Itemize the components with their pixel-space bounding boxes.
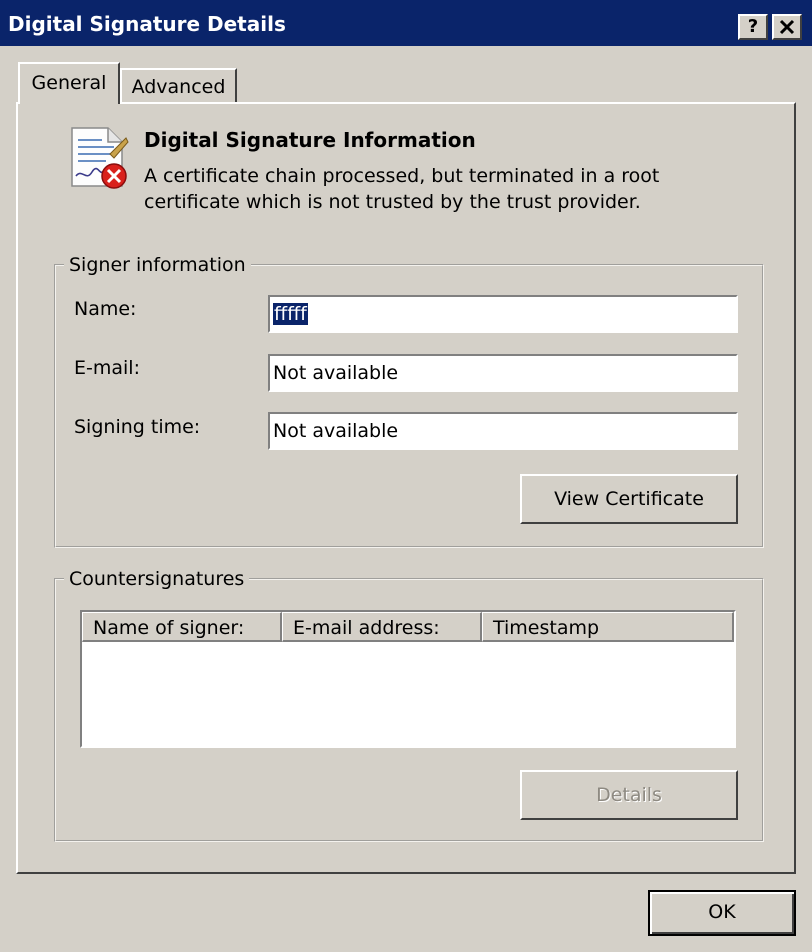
countersignatures-group-label: Countersignatures [64, 568, 250, 590]
details-button[interactable]: Details [520, 770, 738, 820]
countersignatures-list[interactable]: Name of signer: E-mail address: Timestam… [80, 610, 736, 748]
tab-general-label: General [31, 72, 107, 94]
email-field[interactable]: Not available [268, 354, 738, 392]
tab-seam [20, 101, 118, 105]
signing-time-label: Signing time: [74, 416, 201, 438]
email-label: E-mail: [74, 357, 140, 379]
column-header-name-of-signer[interactable]: Name of signer: [82, 612, 282, 642]
name-field[interactable]: fffff [268, 295, 738, 333]
info-title: Digital Signature Information [144, 128, 476, 152]
column-header-email-address[interactable]: E-mail address: [282, 612, 482, 642]
tab-advanced-label: Advanced [131, 76, 226, 98]
close-icon [779, 19, 795, 35]
close-button[interactable] [772, 14, 802, 40]
signature-error-icon [71, 127, 129, 189]
signing-time-value: Not available [273, 420, 399, 442]
column-header-timestamp[interactable]: Timestamp [482, 612, 734, 642]
title-bar[interactable]: Digital Signature Details ? [0, 0, 812, 48]
signer-group-label: Signer information [64, 254, 251, 276]
info-message: A certificate chain processed, but termi… [144, 165, 660, 213]
ok-button[interactable]: OK [648, 890, 796, 936]
signing-time-field[interactable]: Not available [268, 412, 738, 450]
help-button[interactable]: ? [738, 14, 768, 40]
name-value: fffff [273, 303, 308, 325]
view-certificate-button[interactable]: View Certificate [520, 474, 738, 524]
email-value: Not available [273, 362, 399, 384]
window-title: Digital Signature Details [8, 12, 286, 36]
tab-advanced[interactable]: Advanced [120, 68, 237, 102]
tab-general[interactable]: General [18, 62, 120, 104]
name-label: Name: [74, 298, 137, 320]
